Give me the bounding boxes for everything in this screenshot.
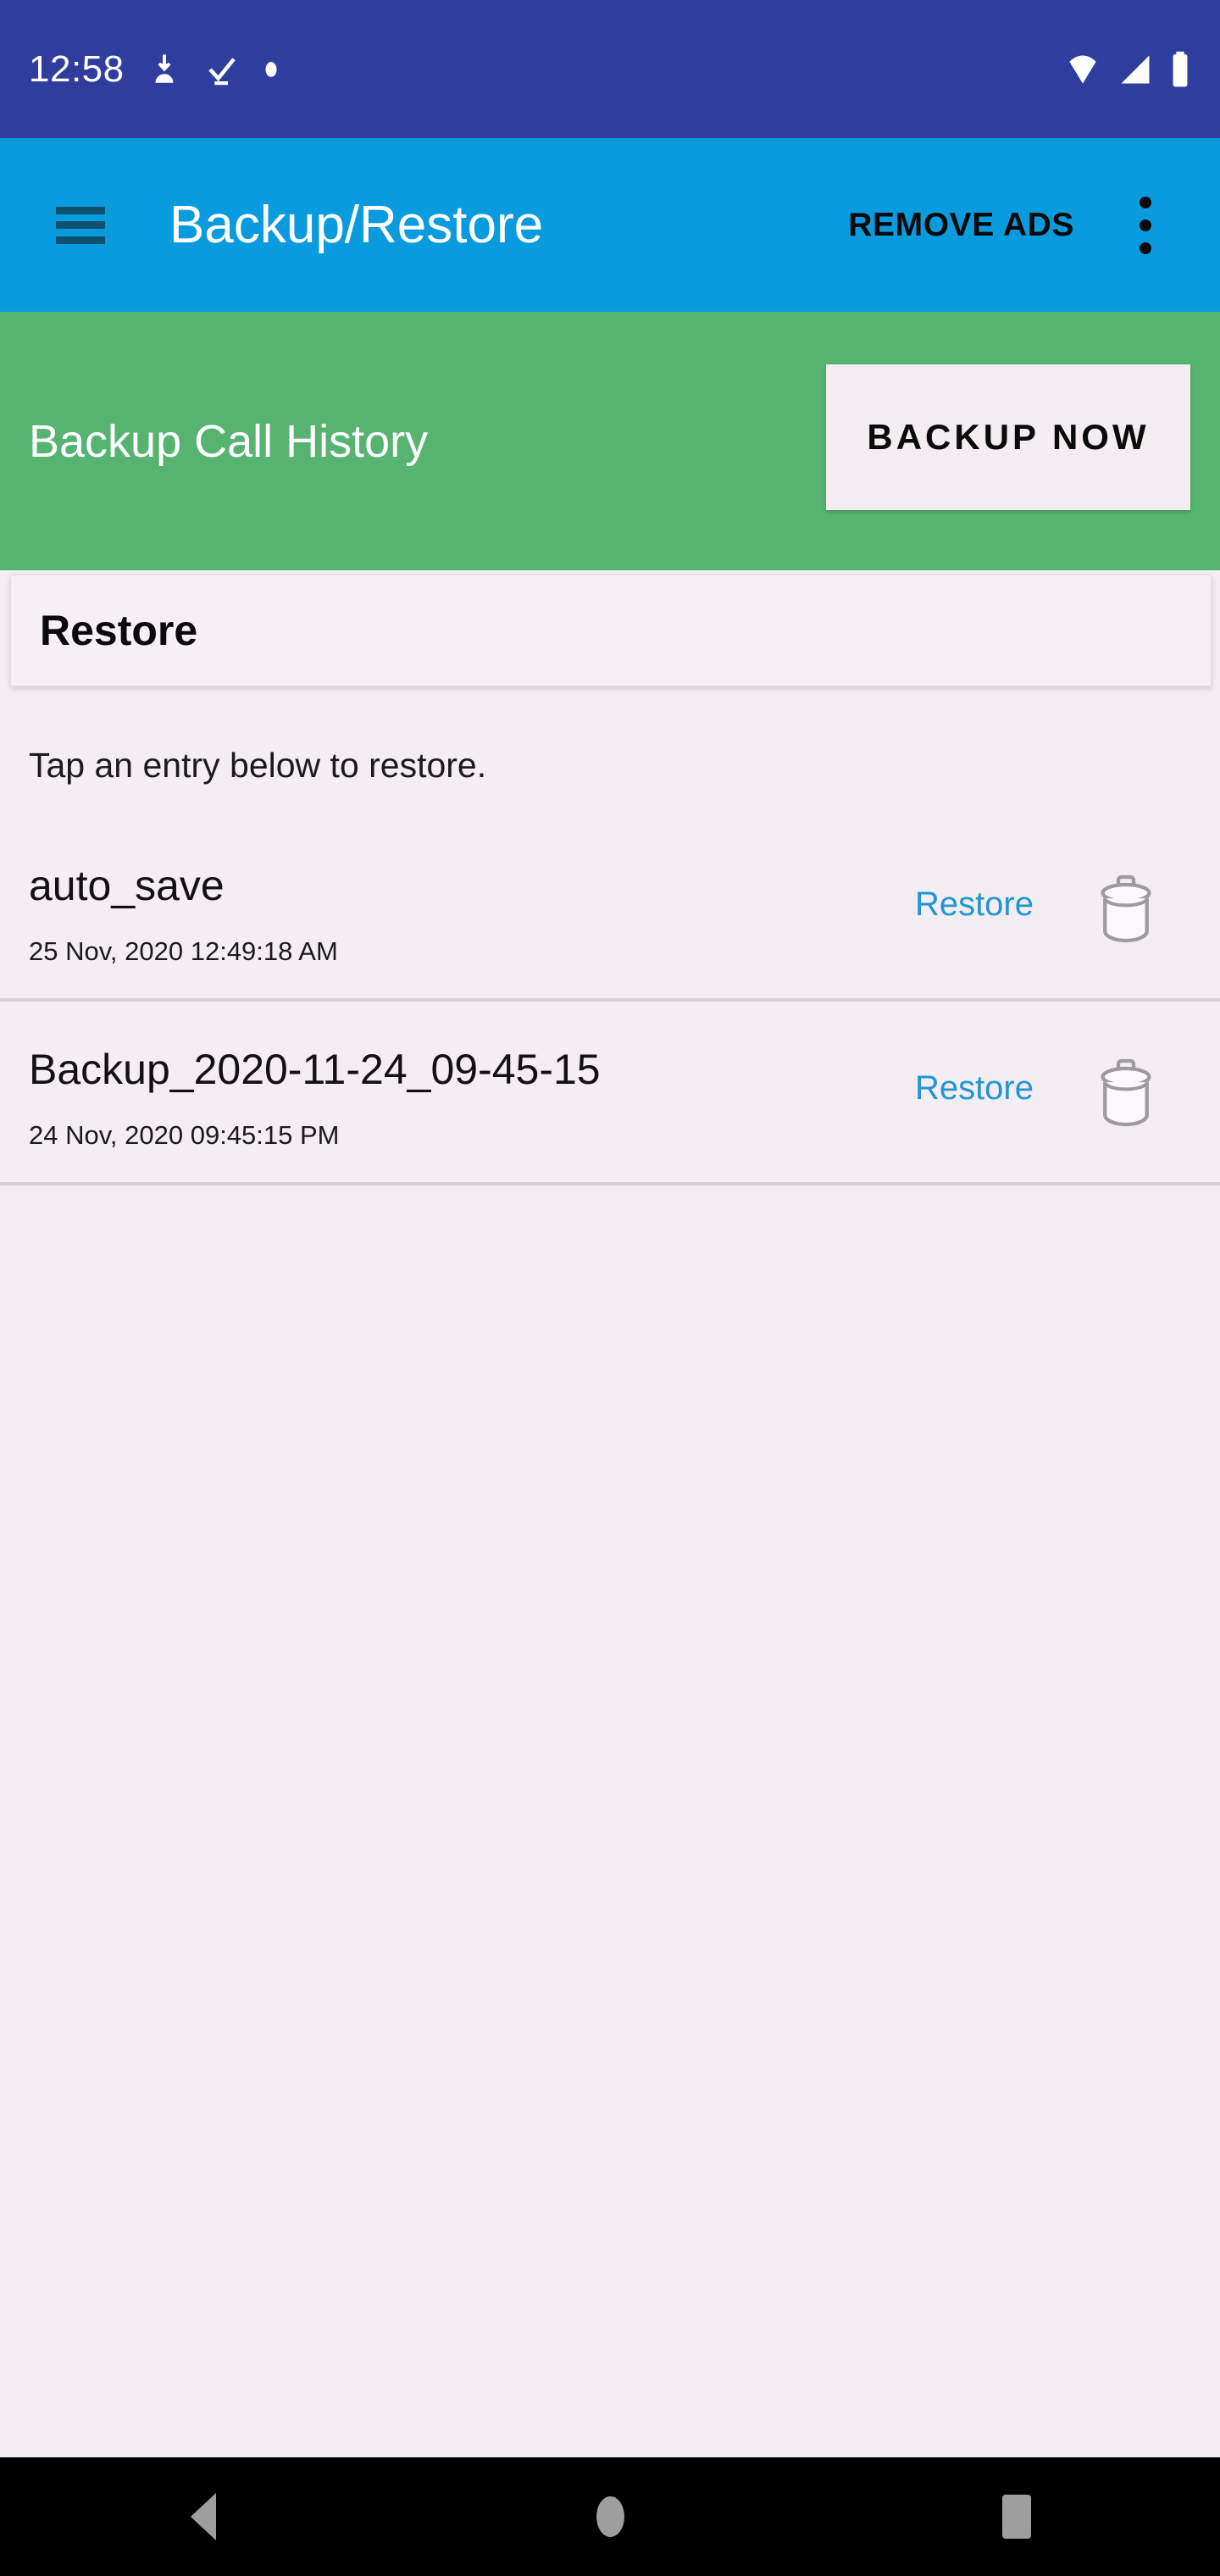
restore-section-title: Restore	[40, 607, 198, 654]
backup-name: auto_save	[29, 862, 225, 909]
backup-date: 24 Nov, 2020 09:45:15 PM	[29, 1120, 340, 1150]
backup-list-item[interactable]: Backup_2020-11-24_09-45-15 24 Nov, 2020 …	[0, 1002, 1220, 1185]
more-vertical-icon[interactable]	[1118, 185, 1173, 266]
app-screen: 12:58 Backup/Restore REMOVE ADS Backup C…	[0, 0, 1220, 2576]
app-bar: Backup/Restore REMOVE ADS	[0, 138, 1220, 312]
restore-link[interactable]: Restore	[915, 886, 1034, 924]
status-bar: 12:58	[0, 0, 1220, 138]
wifi-icon	[1069, 55, 1096, 83]
backup-now-button[interactable]: BACKUP NOW	[826, 364, 1190, 510]
backup-date: 25 Nov, 2020 12:49:18 AM	[29, 936, 338, 966]
trash-icon[interactable]	[1086, 870, 1166, 950]
status-bar-right	[1064, 50, 1191, 89]
restore-section-card: Restore	[10, 575, 1212, 686]
page-title: Backup/Restore	[169, 196, 544, 254]
backup-list: auto_save 25 Nov, 2020 12:49:18 AM Resto…	[0, 818, 1220, 1185]
download-icon	[155, 54, 174, 83]
restore-link[interactable]: Restore	[915, 1069, 1034, 1108]
status-bar-clock: 12:58	[29, 47, 125, 90]
recents-square-icon[interactable]	[966, 2457, 1068, 2576]
restore-hint-text: Tap an entry below to restore.	[29, 746, 487, 785]
system-navigation-bar	[0, 2457, 1220, 2576]
check-icon	[208, 57, 236, 85]
backup-name: Backup_2020-11-24_09-45-15	[29, 1046, 601, 1093]
dot-icon	[265, 61, 277, 77]
backup-banner: Backup Call History BACKUP NOW	[0, 312, 1220, 570]
trash-icon[interactable]	[1086, 1054, 1166, 1134]
remove-ads-button[interactable]: REMOVE ADS	[848, 207, 1074, 244]
backup-banner-title: Backup Call History	[29, 415, 429, 467]
back-triangle-icon[interactable]	[152, 2457, 254, 2576]
signal-icon	[1121, 55, 1150, 83]
home-circle-icon[interactable]	[559, 2457, 661, 2576]
battery-icon	[1173, 51, 1188, 86]
hamburger-menu-icon[interactable]	[56, 206, 105, 244]
status-bar-left: 12:58	[29, 48, 280, 91]
backup-list-item[interactable]: auto_save 25 Nov, 2020 12:49:18 AM Resto…	[0, 818, 1220, 1002]
